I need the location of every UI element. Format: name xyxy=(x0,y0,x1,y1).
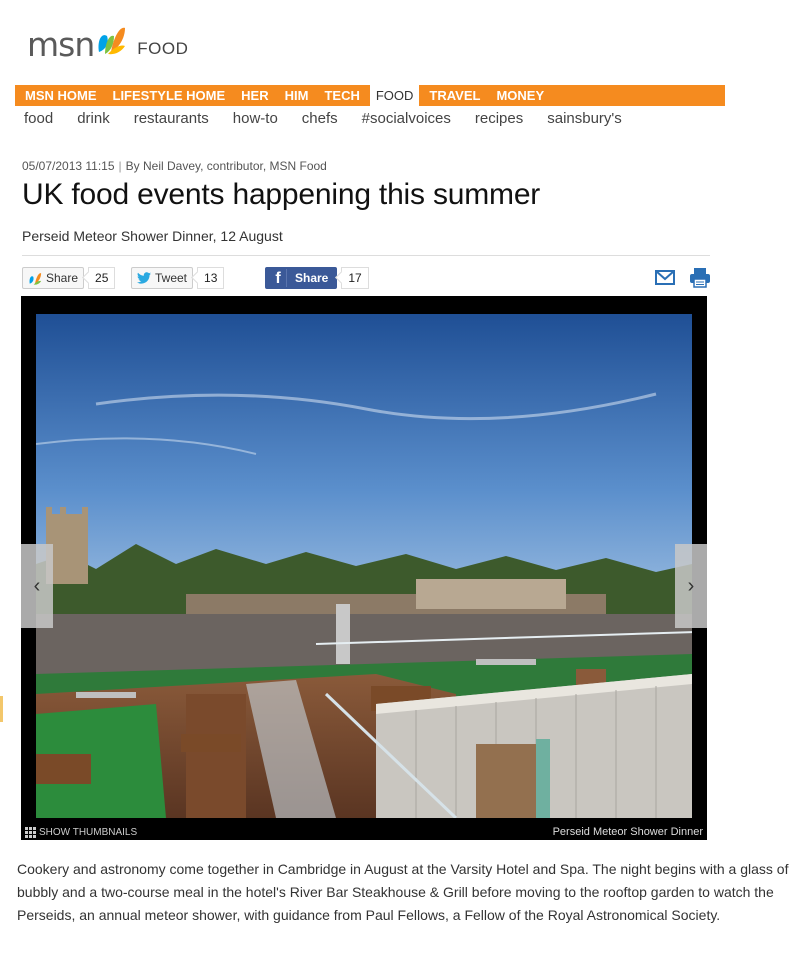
photo-gallery: ‹ › SHOW THUMBNAILS Perseid Meteor Showe… xyxy=(21,296,707,840)
article-title: UK food events happening this summer xyxy=(22,178,541,211)
msn-share-count: 25 xyxy=(88,267,116,289)
article-body: Cookery and astronomy come together in C… xyxy=(17,861,789,923)
print-icon[interactable] xyxy=(689,267,711,288)
secondary-nav: food drink restaurants how-to chefs #soc… xyxy=(15,107,725,131)
subnav-chefs[interactable]: chefs xyxy=(302,107,338,131)
page-edge-marker xyxy=(0,696,3,722)
facebook-share-count: 17 xyxy=(341,267,369,289)
subnav-socialvoices[interactable]: #socialvoices xyxy=(362,107,451,131)
gallery-prev-button[interactable]: ‹ xyxy=(21,544,53,628)
nav-lifestyle-home[interactable]: LIFESTYLE HOME xyxy=(107,85,232,106)
logo-wordmark: msn xyxy=(27,25,95,64)
msn-share-label: Share xyxy=(46,271,79,285)
facebook-share-label: Share xyxy=(295,271,329,285)
grid-icon xyxy=(25,827,36,838)
article-timestamp: 05/07/2013 11:15 xyxy=(22,159,115,173)
twitter-bird-icon xyxy=(137,272,151,284)
subnav-recipes[interactable]: recipes xyxy=(475,107,523,131)
email-icon[interactable] xyxy=(655,270,675,285)
msn-food-logo[interactable]: msn FOOD xyxy=(27,22,188,62)
nav-food[interactable]: FOOD xyxy=(369,85,420,106)
tweet-label: Tweet xyxy=(155,271,188,285)
gallery-next-button[interactable]: › xyxy=(675,544,707,628)
nav-tech[interactable]: TECH xyxy=(318,85,365,106)
nav-msn-home[interactable]: MSN HOME xyxy=(19,85,103,106)
nav-her[interactable]: HER xyxy=(235,85,274,106)
subnav-drink[interactable]: drink xyxy=(77,107,110,131)
facebook-share-button[interactable]: f Share xyxy=(265,267,338,289)
subnav-food[interactable]: food xyxy=(24,107,53,131)
tweet-button[interactable]: Tweet xyxy=(131,267,194,289)
msn-butterfly-icon xyxy=(29,273,42,285)
facebook-f-icon: f xyxy=(270,269,287,287)
show-thumbnails-label: SHOW THUMBNAILS xyxy=(39,827,138,838)
tweet-count: 13 xyxy=(197,267,225,289)
nav-money[interactable]: MONEY xyxy=(490,85,550,106)
subnav-how-to[interactable]: how-to xyxy=(233,107,278,131)
show-thumbnails-button[interactable]: SHOW THUMBNAILS xyxy=(25,827,137,838)
article-byline: By Neil Davey, contributor, MSN Food xyxy=(125,159,327,173)
meta-separator: | xyxy=(118,159,122,173)
divider xyxy=(22,255,710,256)
facebook-share-group: f Share 17 xyxy=(265,267,369,289)
msn-share-button[interactable]: Share xyxy=(22,267,85,289)
logo-section-name: FOOD xyxy=(137,39,189,58)
msn-butterfly-icon xyxy=(98,27,126,55)
primary-nav: MSN HOME LIFESTYLE HOME HER HIM TECH FOO… xyxy=(15,85,725,106)
msn-share-group: Share 25 xyxy=(22,267,116,289)
nav-him[interactable]: HIM xyxy=(279,85,315,106)
twitter-share-group: Tweet 13 xyxy=(131,267,225,289)
subnav-sainsburys[interactable]: sainsbury's xyxy=(547,107,622,131)
article-subtitle: Perseid Meteor Shower Dinner, 12 August xyxy=(22,228,283,244)
nav-travel[interactable]: TRAVEL xyxy=(423,85,486,106)
gallery-caption: Perseid Meteor Shower Dinner xyxy=(552,826,703,838)
subnav-restaurants[interactable]: restaurants xyxy=(134,107,209,131)
article-meta: 05/07/2013 11:15 | By Neil Davey, contribu… xyxy=(22,159,327,173)
gallery-photo xyxy=(36,314,692,818)
